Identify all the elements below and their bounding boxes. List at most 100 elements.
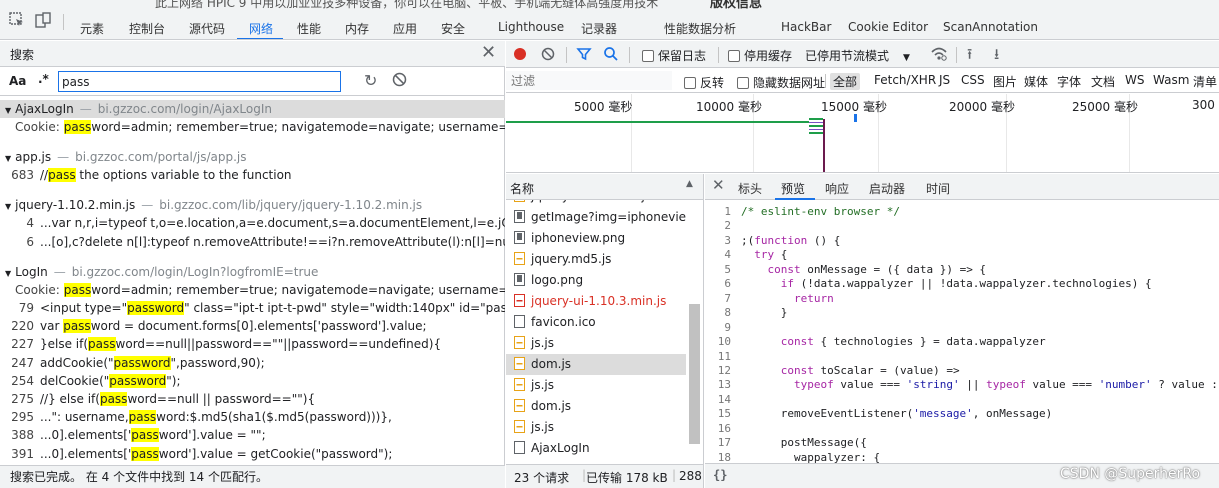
result-file-header[interactable]: ▼ app.js — bi.gzzoc.com/portal/js/app.js <box>0 148 505 166</box>
search-icon[interactable] <box>603 46 619 65</box>
request-name: iphoneview.png <box>531 231 626 245</box>
clear-log-icon[interactable] <box>541 47 555 64</box>
disable-cache-checkbox[interactable]: 停用缓存 <box>728 47 792 64</box>
request-row[interactable]: js.js <box>506 375 686 396</box>
image-file-icon <box>514 230 525 244</box>
result-file-header[interactable]: ▼ LogIn — bi.gzzoc.com/login/LogIn?logfromI… <box>0 263 505 281</box>
type-filter-10[interactable]: 清单 <box>1193 73 1217 90</box>
search-input[interactable] <box>58 71 341 92</box>
type-filter-1[interactable]: Fetch/XHR <box>874 73 936 87</box>
device-toolbar-icon[interactable] <box>34 11 52 29</box>
devtools-tab-11[interactable]: HackBar <box>781 20 831 34</box>
result-file-header[interactable]: ▼ AjaxLogIn — bi.gzzoc.com/login/AjaxLogIn <box>0 100 505 118</box>
request-name: dom.js <box>531 399 572 413</box>
devtools-tab-3[interactable]: 网络 <box>249 20 273 37</box>
request-row[interactable]: getImage?img=iphoneview.p <box>506 207 686 228</box>
close-search-icon[interactable]: ✕ <box>481 42 496 63</box>
type-filter-3[interactable]: CSS <box>961 73 985 87</box>
pretty-print-button[interactable]: {} <box>713 468 727 482</box>
hide-data-urls-checkbox[interactable]: 隐藏数据网址 <box>737 74 825 91</box>
code-line-number: 10 <box>717 335 731 349</box>
detail-tab-0[interactable]: 标头 <box>738 180 762 197</box>
result-line-number: 227 <box>11 337 34 352</box>
devtools-tab-10[interactable]: 性能数据分析 <box>664 20 736 37</box>
request-row[interactable]: jquery-1.10.2.min.js <box>506 200 686 207</box>
devtools-tab-12[interactable]: Cookie Editor <box>848 20 928 34</box>
detail-tab-3[interactable]: 启动器 <box>869 180 905 197</box>
devtools-tab-7[interactable]: 安全 <box>441 20 465 37</box>
clear-search-icon[interactable] <box>392 72 407 90</box>
type-filter-6[interactable]: 字体 <box>1057 73 1081 90</box>
preserve-log-checkbox[interactable]: 保留日志 <box>642 47 706 64</box>
result-match-line[interactable]: 79 <input type="password" class="ipt-t ip… <box>0 299 505 317</box>
regex-toggle[interactable]: .* <box>38 72 49 86</box>
type-filter-7[interactable]: 文档 <box>1091 73 1115 90</box>
script-file-icon <box>514 251 525 265</box>
request-row[interactable]: favicon.ico <box>506 312 686 333</box>
result-file-header[interactable]: ▼ jquery-1.10.2.min.js — bi.gzzoc.com/lib/j… <box>0 196 505 214</box>
invert-checkbox[interactable]: 反转 <box>684 74 724 91</box>
result-match-line[interactable]: Cookie: password=admin; remember=true; na… <box>0 281 505 299</box>
type-filter-8[interactable]: WS <box>1125 73 1144 87</box>
result-file-url: bi.gzzoc.com/login/LogIn?logfromIE=true <box>71 264 319 279</box>
request-row[interactable]: dom.js <box>506 396 686 417</box>
close-detail-icon[interactable]: ✕ <box>712 176 725 194</box>
detail-tab-1[interactable]: 预览 <box>781 180 805 197</box>
devtools-tab-0[interactable]: 元素 <box>80 20 104 37</box>
request-row[interactable]: js.js <box>506 417 686 438</box>
result-match-line[interactable]: 6 ...[o],c?delete n[l]:typeof n.removeAtt… <box>0 233 505 251</box>
result-match-line[interactable]: 227}else if(password==null||password==""… <box>0 335 505 353</box>
devtools-tab-1[interactable]: 控制台 <box>129 20 165 37</box>
network-conditions-icon[interactable] <box>930 46 948 65</box>
result-match-line[interactable]: 4 ...var n,r,i=typeof t,o=e.location,a=e.… <box>0 214 505 232</box>
request-row[interactable]: jquery.md5.js <box>506 249 686 270</box>
type-filter-5[interactable]: 媒体 <box>1024 73 1048 90</box>
request-list-scrollbar[interactable] <box>689 304 700 444</box>
result-match-line[interactable]: 254 delCookie("password"); <box>0 372 505 390</box>
search-bar: Aa .* ↻ <box>0 68 505 96</box>
devtools-tab-8[interactable]: Lighthouse <box>498 20 564 34</box>
request-row[interactable]: dom.js <box>506 354 686 375</box>
type-filter-0[interactable]: 全部 <box>830 73 861 90</box>
type-filter-2[interactable]: JS <box>939 73 950 87</box>
type-filter-4[interactable]: 图片 <box>993 73 1017 90</box>
devtools-tab-13[interactable]: ScanAnnotation <box>943 20 1038 34</box>
result-match-line[interactable]: 683 //pass the options variable to the fu… <box>0 166 505 184</box>
request-row[interactable]: AjaxLogIn <box>506 438 686 459</box>
import-har-icon[interactable]: ⭱ <box>967 44 972 67</box>
result-match-line[interactable]: 391 ...0].elements['password'].value = ge… <box>0 445 505 463</box>
detail-tab-4[interactable]: 时间 <box>926 180 950 197</box>
refresh-search-icon[interactable]: ↻ <box>364 71 377 90</box>
request-row[interactable]: iphoneview.png <box>506 228 686 249</box>
result-match-line[interactable]: 275 //} else if(password==null || passwor… <box>0 390 505 408</box>
result-match-line[interactable]: 247 addCookie("password",password,90); <box>0 354 505 372</box>
result-file-name: jquery-1.10.2.min.js <box>15 198 136 213</box>
result-match-line[interactable]: 388 ...0].elements['password'].value = ""… <box>0 426 505 444</box>
result-text-post: " class="ipt-t ipt-t-pwd" style="width:1… <box>184 301 505 315</box>
devtools-tab-6[interactable]: 应用 <box>393 20 417 37</box>
request-row[interactable]: logo.png <box>506 270 686 291</box>
result-match-line[interactable]: 220 var password = document.forms[0].elem… <box>0 317 505 335</box>
result-separator: — <box>141 198 154 213</box>
name-column-header[interactable]: 名称 <box>510 180 534 197</box>
export-har-icon[interactable]: ⭳ <box>994 44 999 67</box>
devtools-tab-2[interactable]: 源代码 <box>189 20 225 37</box>
throttle-select[interactable]: 已停用节流模式 ▼ <box>805 47 910 64</box>
devtools-tab-5[interactable]: 内存 <box>345 20 369 37</box>
request-row[interactable]: jquery-ui-1.10.3.min.js <box>506 291 686 312</box>
detail-tab-2[interactable]: 响应 <box>825 180 849 197</box>
type-filter-9[interactable]: Wasm <box>1153 73 1189 87</box>
request-row[interactable]: js.js <box>506 333 686 354</box>
filter-input[interactable] <box>506 71 672 90</box>
result-line-number: 683 <box>11 168 34 183</box>
code-line: 5 const onMessage = ({ data }) => { <box>705 263 1219 278</box>
devtools-tab-4[interactable]: 性能 <box>297 20 321 37</box>
match-case-toggle[interactable]: Aa <box>9 74 26 88</box>
request-name: AjaxLogIn <box>531 441 590 455</box>
result-match-line[interactable]: Cookie: password=admin; remember=true; na… <box>0 118 505 136</box>
result-match-line[interactable]: 295 ...": username,password:$.md5(sha1($.… <box>0 408 505 426</box>
filter-icon[interactable] <box>576 46 592 65</box>
record-icon[interactable] <box>513 47 527 64</box>
inspect-element-icon[interactable] <box>8 11 26 29</box>
devtools-tab-9[interactable]: 记录器 <box>581 20 617 37</box>
